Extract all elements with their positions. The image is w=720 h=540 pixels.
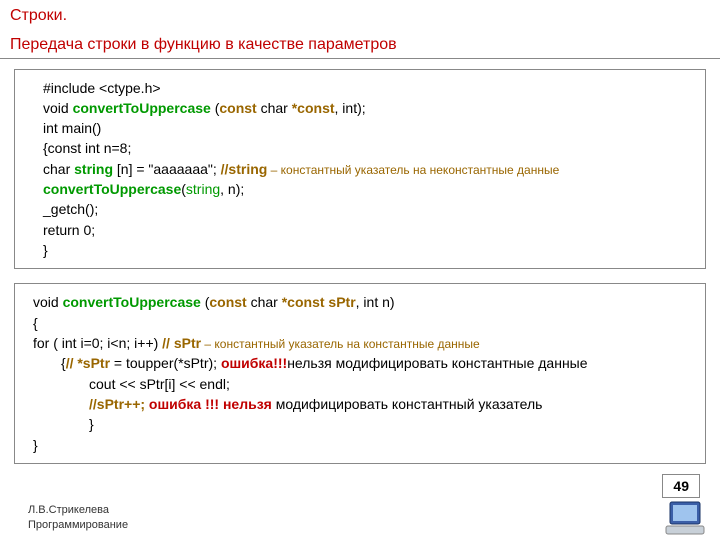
footer-author: Л.В.Стрикелева [28, 503, 128, 517]
code-block-1: #include <ctype.h> void convertToUpperca… [14, 69, 706, 270]
code-line: //sPtr++; ошибка !!! нельзя модифицирова… [33, 394, 695, 414]
code-block-2: void convertToUppercase (const char *con… [14, 283, 706, 463]
code-line: } [33, 414, 695, 434]
code-line: } [43, 240, 695, 260]
code-line: { [33, 313, 695, 333]
page-number: 49 [662, 474, 700, 498]
code-line: {// *sPtr = toupper(*sPtr); ошибка!!!нел… [33, 353, 695, 373]
code-line: {const int n=8; [43, 138, 695, 158]
code-line: void convertToUppercase (const char *con… [43, 98, 695, 118]
code-line: } [33, 435, 695, 455]
code-line: _getch(); [43, 199, 695, 219]
code-line: for ( int i=0; i<n; i++) // sPtr – конст… [33, 333, 695, 353]
code-line: cout << sPtr[i] << endl; [33, 374, 695, 394]
slide-title-line1: Строки. [0, 0, 720, 29]
computer-icon [664, 500, 706, 536]
code-line: char string [n] = "aaaaaaa"; //string – … [43, 159, 695, 179]
footer-course: Программирование [28, 518, 128, 532]
footer: Л.В.Стрикелева Программирование [28, 503, 128, 532]
code-line: int main() [43, 118, 695, 138]
code-line: convertToUppercase(string, n); [43, 179, 695, 199]
code-line: return 0; [43, 220, 695, 240]
code-line: void convertToUppercase (const char *con… [33, 292, 695, 312]
slide-title-line2: Передача строки в функцию в качестве пар… [0, 29, 720, 59]
code-line: #include <ctype.h> [43, 78, 695, 98]
